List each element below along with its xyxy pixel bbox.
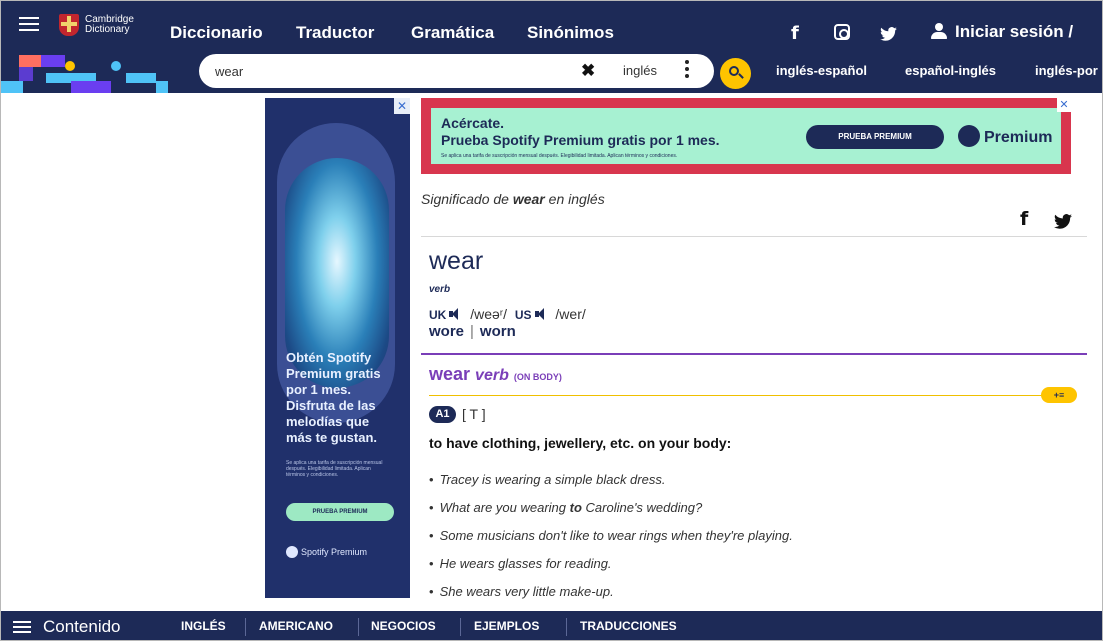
spotify-icon xyxy=(958,125,980,147)
inflections: wore | worn xyxy=(429,323,516,340)
clear-icon[interactable]: ✖ xyxy=(581,61,595,81)
divider xyxy=(421,236,1087,237)
nav-gramatica[interactable]: Gramática xyxy=(411,23,494,43)
ad-headline: Obtén Spotify Premium gratis por 1 mes. … xyxy=(286,350,381,445)
tab-ejemplos[interactable]: EJEMPLOS xyxy=(474,619,539,633)
ad-close-icon[interactable]: ✕ xyxy=(394,98,410,114)
contents-menu-icon[interactable] xyxy=(13,621,31,633)
user-icon xyxy=(931,23,947,39)
facebook-icon[interactable]: f xyxy=(791,23,799,44)
twitter-icon[interactable] xyxy=(880,27,897,41)
example-sentence: Some musicians don't like to wear rings … xyxy=(429,528,793,556)
uk-ipa: /weəʳ/ xyxy=(470,306,508,322)
spotify-icon xyxy=(286,546,298,558)
definition: to have clothing, jewellery, etc. on you… xyxy=(429,435,732,451)
login-button[interactable]: Iniciar sesión / xyxy=(931,22,1073,42)
ad-brand: Premium xyxy=(958,125,1052,147)
logo-text: Cambridge Dictionary xyxy=(85,14,134,35)
headword: wear xyxy=(429,247,484,275)
uk-audio-icon[interactable] xyxy=(449,308,463,320)
tab-ingles[interactable]: INGLÉS xyxy=(181,619,226,633)
language-select[interactable]: inglés xyxy=(623,63,657,78)
menu-icon[interactable] xyxy=(19,17,39,31)
us-audio-icon[interactable] xyxy=(534,308,549,320)
ad-close-icon[interactable]: ✕ xyxy=(1057,98,1071,112)
top-nav: Cambridge Dictionary Diccionario Traducto… xyxy=(1,1,1102,51)
example-sentence: Tracey is wearing a simple black dress. xyxy=(429,472,793,500)
ad-line-2: Prueba Spotify Premium gratis por 1 mes. xyxy=(441,132,720,148)
ad-banner-left[interactable]: ✕ Obtén Spotify Premium gratis por 1 mes… xyxy=(265,98,410,598)
ad-brand: Spotify Premium xyxy=(286,546,367,558)
contents-title[interactable]: Contenido xyxy=(43,617,121,637)
ad-banner-top[interactable]: Acércate. Prueba Spotify Premium gratis … xyxy=(421,98,1071,174)
share-twitter-icon[interactable] xyxy=(1054,214,1072,229)
nav-sinonimos[interactable]: Sinónimos xyxy=(527,23,614,43)
dict-link-ingles-portugues[interactable]: inglés-por xyxy=(1035,63,1098,78)
grammar-code: [ T ] xyxy=(462,406,486,422)
cefr-level-badge: A1 xyxy=(429,406,456,423)
tab-americano[interactable]: AMERICANO xyxy=(259,619,333,633)
ad-fine-print: Se aplica una tarifa de suscripción mens… xyxy=(441,153,678,159)
ad-cta-button[interactable]: PRUEBA PREMIUM xyxy=(806,125,944,149)
site-logo[interactable]: Cambridge Dictionary xyxy=(59,11,134,39)
shield-icon xyxy=(59,14,79,36)
tab-negocios[interactable]: NEGOCIOS xyxy=(371,619,436,633)
nav-diccionario[interactable]: Diccionario xyxy=(170,23,263,43)
ad-cta-button[interactable]: PRUEBA PREMIUM xyxy=(286,503,394,521)
dict-link-espanol-ingles[interactable]: español-inglés xyxy=(905,63,996,78)
example-sentence: He wears glasses for reading. xyxy=(429,556,793,584)
example-list: Tracey is wearing a simple black dress. … xyxy=(429,472,793,612)
instagram-icon[interactable] xyxy=(834,24,850,40)
meaning-heading: Significado de wear en inglés xyxy=(421,191,605,207)
sense-heading: wear verb (ON BODY) xyxy=(429,364,562,384)
us-ipa: /wer/ xyxy=(555,306,586,322)
more-options-icon[interactable] xyxy=(685,60,689,80)
tab-traducciones[interactable]: TRADUCCIONES xyxy=(580,619,677,633)
search-box: ✖ inglés xyxy=(199,54,714,88)
search-button[interactable] xyxy=(720,58,751,89)
nav-traductor[interactable]: Traductor xyxy=(296,23,374,43)
example-sentence: What are you wearing to Caroline's weddi… xyxy=(429,500,793,528)
example-sentence: She wears very little make-up. xyxy=(429,584,793,612)
login-label: Iniciar sesión / xyxy=(955,22,1074,41)
contents-bar: Contenido INGLÉS AMERICANO NEGOCIOS EJEM… xyxy=(1,611,1102,640)
add-to-wordlist-button[interactable]: +≡ xyxy=(1041,387,1077,403)
pronunciation: UK /weəʳ/ US /wer/ xyxy=(429,306,586,322)
page: Cambridge Dictionary Diccionario Traducto… xyxy=(0,0,1103,641)
ad-line-1: Acércate. xyxy=(441,115,505,131)
dict-link-ingles-espanol[interactable]: inglés-español xyxy=(776,63,867,78)
search-input[interactable] xyxy=(215,60,555,82)
part-of-speech: verb xyxy=(429,284,451,295)
sense-rule xyxy=(429,395,1049,396)
ad-fine-print: Se aplica una tarifa de suscripción mens… xyxy=(286,460,383,478)
share-facebook-icon[interactable]: f xyxy=(1020,208,1028,230)
sense-divider xyxy=(421,353,1087,355)
